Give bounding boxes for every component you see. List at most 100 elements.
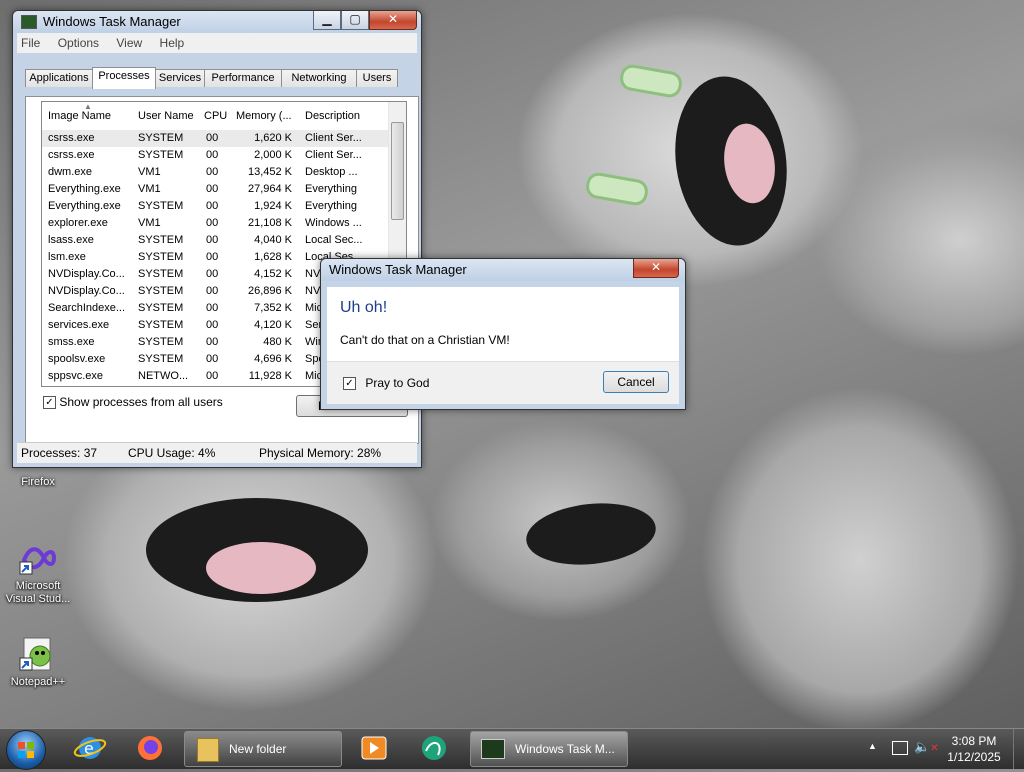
table-cell: Windows ... xyxy=(305,217,362,229)
table-cell: Desktop ... xyxy=(305,166,358,178)
table-row[interactable]: dwm.exe VM1 00 13,452 K Desktop ... xyxy=(42,164,388,181)
desktop-icon-notepadpp[interactable]: Notepad++ xyxy=(0,634,76,689)
taskbar-media-player[interactable] xyxy=(346,731,402,765)
column-description[interactable]: Description xyxy=(305,110,360,122)
menu-bar: File Options View Help xyxy=(17,33,417,53)
scrollbar-thumb[interactable] xyxy=(391,122,404,220)
tab-applications[interactable]: Applications xyxy=(25,69,93,87)
column-memory[interactable]: Memory (... xyxy=(236,110,292,122)
taskbar-firefox[interactable] xyxy=(122,731,178,765)
tray-overflow-icon[interactable]: ▲ xyxy=(868,741,877,751)
table-cell: 00 xyxy=(206,251,219,263)
show-all-users-option[interactable]: ✓ Show processes from all users xyxy=(43,395,223,410)
taskbar-ie[interactable]: e xyxy=(62,731,118,765)
table-cell: Client Ser... xyxy=(305,132,362,144)
table-cell: SYSTEM xyxy=(138,200,184,212)
status-cpu: CPU Usage: 4% xyxy=(128,446,216,460)
tab-label: Networking xyxy=(291,72,347,84)
status-processes: Processes: 37 xyxy=(21,446,98,460)
status-bar: Processes: 37 CPU Usage: 4% Physical Mem… xyxy=(17,442,417,463)
menu-options[interactable]: Options xyxy=(58,36,99,50)
table-cell: Everything xyxy=(305,183,357,195)
dialog-titlebar[interactable]: Windows Task Manager ✕ xyxy=(321,259,685,281)
menu-file[interactable]: File xyxy=(21,36,40,50)
table-cell: 4,120 K xyxy=(254,319,292,331)
process-list-header: Image Name ▲ User Name CPU Memory (... D… xyxy=(42,102,388,131)
dialog-message: Can't do that on a Christian VM! xyxy=(340,333,510,347)
desktop-icon-firefox[interactable]: Firefox xyxy=(0,476,76,489)
window-title: Windows Task Manager xyxy=(43,14,181,29)
table-cell: 2,000 K xyxy=(254,149,292,161)
table-cell: csrss.exe xyxy=(48,132,95,144)
internet-explorer-icon: e xyxy=(73,737,107,759)
table-row[interactable]: csrss.exe SYSTEM 00 1,620 K Client Ser... xyxy=(42,130,388,147)
table-row[interactable]: Everything.exe VM1 00 27,964 K Everything xyxy=(42,181,388,198)
cancel-label: Cancel xyxy=(617,375,655,389)
table-row[interactable]: lsass.exe SYSTEM 00 4,040 K Local Sec... xyxy=(42,232,388,249)
table-row[interactable]: explorer.exe VM1 00 21,108 K Windows ... xyxy=(42,215,388,232)
tray-volume-muted-icon[interactable]: 🔈✕ xyxy=(914,739,939,755)
table-cell: 480 K xyxy=(263,336,292,348)
task-manager-titlebar[interactable]: Windows Task Manager ▁ ▢ ✕ xyxy=(13,11,421,33)
pray-checkbox[interactable]: ✓ xyxy=(343,377,356,391)
tab-networking[interactable]: Networking xyxy=(281,69,357,87)
table-row[interactable]: csrss.exe SYSTEM 00 2,000 K Client Ser... xyxy=(42,147,388,164)
menu-help[interactable]: Help xyxy=(160,36,185,50)
taskbar-task-manager[interactable]: Windows Task M... xyxy=(470,731,628,767)
table-cell: NVDisplay.Co... xyxy=(48,268,125,280)
maximize-button[interactable]: ▢ xyxy=(341,11,369,30)
tab-users[interactable]: Users xyxy=(356,69,398,87)
table-cell: 00 xyxy=(206,302,219,314)
table-cell: Everything.exe xyxy=(48,200,121,212)
minimize-button[interactable]: ▁ xyxy=(313,11,341,30)
tray-network-icon[interactable] xyxy=(892,741,908,755)
cancel-button[interactable]: Cancel xyxy=(603,371,669,393)
table-cell: 00 xyxy=(206,285,219,297)
firefox-icon xyxy=(138,736,162,760)
dialog-body: Uh oh! Can't do that on a Christian VM! xyxy=(327,287,679,361)
clock[interactable]: 3:08 PM 1/12/2025 xyxy=(936,733,1012,765)
menu-view[interactable]: View xyxy=(116,36,142,50)
close-button[interactable]: ✕ xyxy=(369,11,417,30)
column-user-name[interactable]: User Name xyxy=(138,110,194,122)
table-row[interactable]: Everything.exe SYSTEM 00 1,924 K Everything xyxy=(42,198,388,215)
table-cell: SYSTEM xyxy=(138,132,184,144)
taskbar-button-label: New folder xyxy=(229,742,287,756)
table-cell: 13,452 K xyxy=(247,166,292,178)
table-cell: 27,964 K xyxy=(247,183,292,195)
desktop-icon-label: Firefox xyxy=(21,476,55,488)
table-cell: SYSTEM xyxy=(138,285,184,297)
table-cell: NETWO... xyxy=(138,370,189,382)
visual-studio-icon xyxy=(18,538,58,578)
tab-label: Users xyxy=(362,72,392,84)
desktop-icon-label: Notepad++ xyxy=(10,676,66,688)
table-cell: 1,628 K xyxy=(254,251,292,263)
pray-option[interactable]: ✓ Pray to God xyxy=(343,376,430,391)
dialog-heading: Uh oh! xyxy=(340,299,388,316)
tab-processes[interactable]: Processes xyxy=(92,67,156,89)
table-cell: 21,108 K xyxy=(247,217,292,229)
taskbar-app[interactable] xyxy=(406,731,462,765)
table-cell: 00 xyxy=(206,234,219,246)
taskbar-new-folder[interactable]: New folder xyxy=(184,731,342,767)
column-image-name[interactable]: Image Name xyxy=(48,110,111,122)
pray-label: Pray to God xyxy=(365,376,430,390)
table-cell: spoolsv.exe xyxy=(48,353,106,365)
desktop-icon-visual-studio[interactable]: Microsoft Visual Stud... xyxy=(0,538,76,606)
start-button[interactable] xyxy=(6,730,46,770)
desktop-icon-label: Microsoft Visual Stud... xyxy=(5,580,71,605)
tab-performance[interactable]: Performance xyxy=(204,69,282,87)
column-cpu[interactable]: CPU xyxy=(204,110,227,122)
app-icon xyxy=(422,736,446,760)
show-desktop-button[interactable] xyxy=(1013,729,1024,769)
tab-services[interactable]: Services xyxy=(155,69,205,87)
table-cell: 26,896 K xyxy=(247,285,292,297)
show-all-users-label: Show processes from all users xyxy=(59,395,223,409)
dialog-close-button[interactable]: ✕ xyxy=(633,259,679,278)
table-cell: 00 xyxy=(206,370,219,382)
table-cell: 00 xyxy=(206,268,219,280)
show-all-users-checkbox[interactable]: ✓ xyxy=(43,396,56,410)
table-cell: SYSTEM xyxy=(138,319,184,331)
table-cell: SYSTEM xyxy=(138,268,184,280)
table-cell: SYSTEM xyxy=(138,251,184,263)
